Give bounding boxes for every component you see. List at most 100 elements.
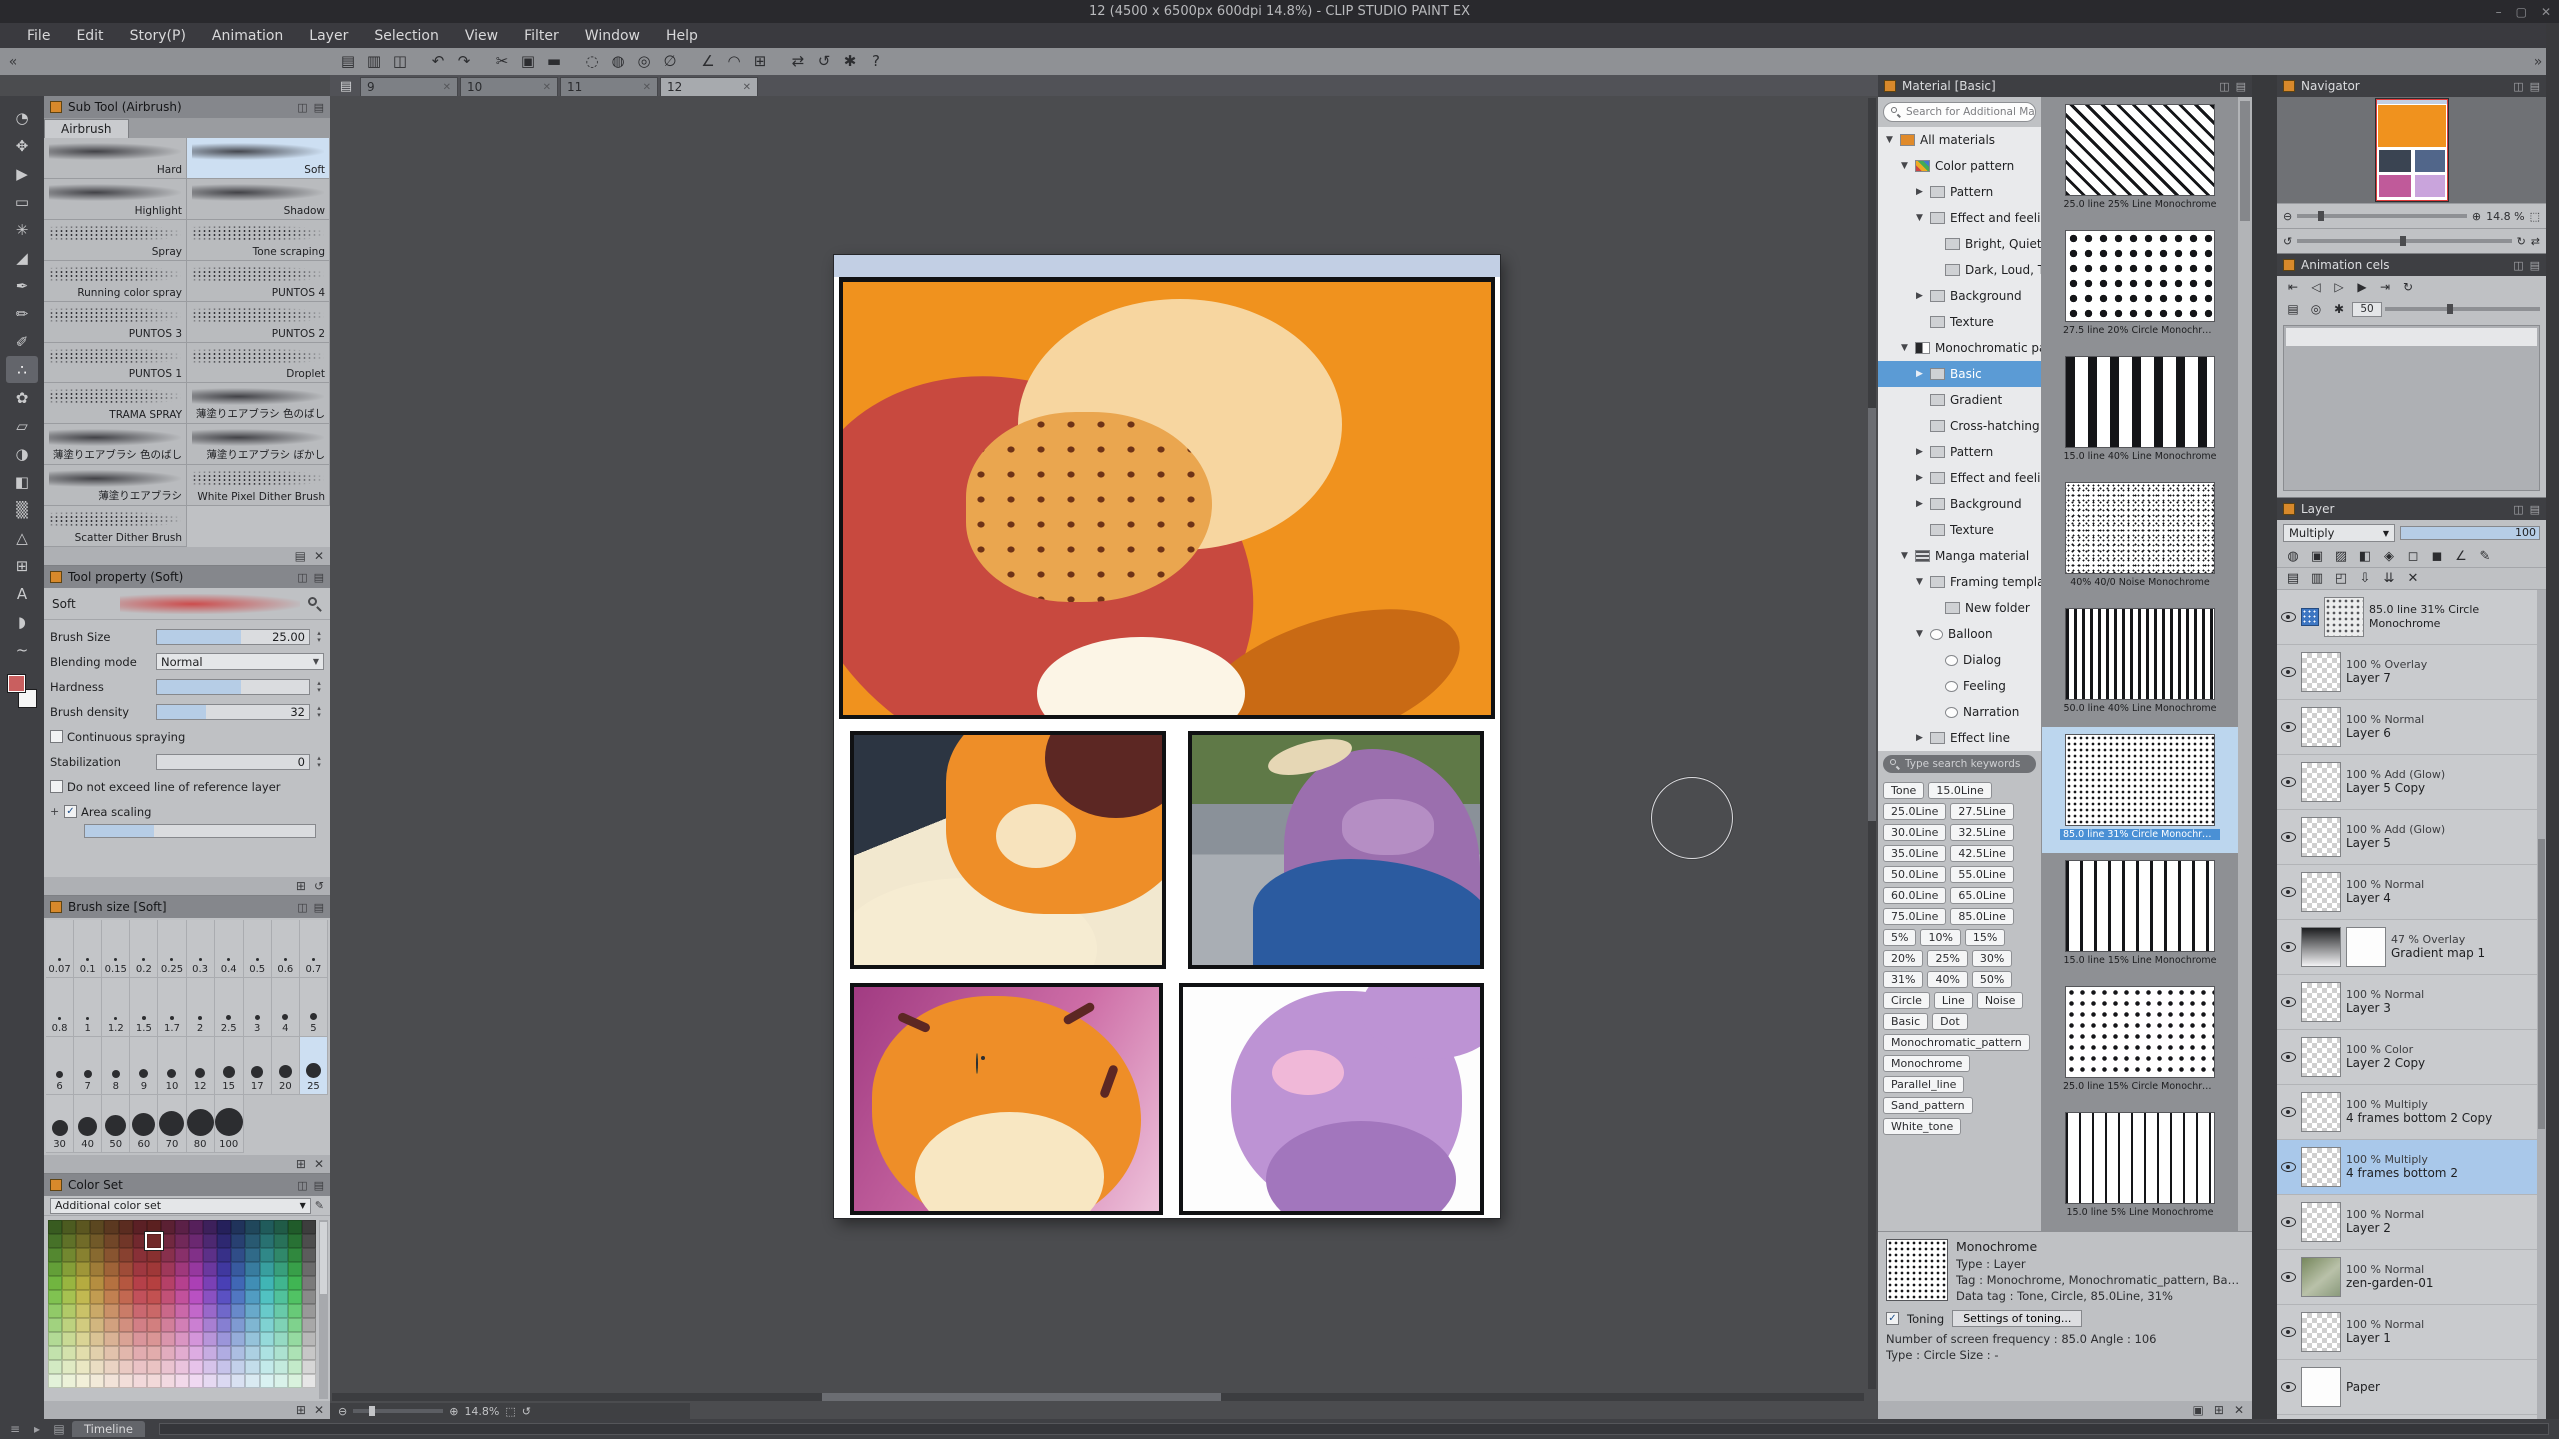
minimize-button[interactable]: – [2496, 5, 2502, 19]
color-swatch[interactable] [48, 1346, 62, 1360]
tag-35-0line[interactable]: 35.0Line [1883, 845, 1946, 862]
tag-dot[interactable]: Dot [1932, 1013, 1968, 1030]
color-swatch[interactable] [119, 1360, 133, 1374]
color-swatch[interactable] [288, 1304, 302, 1318]
tag-15-0line[interactable]: 15.0Line [1928, 782, 1991, 799]
color-swatch[interactable] [62, 1318, 76, 1332]
new-vector-layer-icon[interactable]: ▥ [2306, 569, 2328, 588]
color-swatch[interactable] [274, 1374, 288, 1388]
color-swatch[interactable] [175, 1234, 189, 1248]
color-swatch[interactable] [231, 1360, 245, 1374]
navigator-zoom-slider[interactable] [2297, 214, 2467, 218]
flip-horizontal-icon[interactable]: ⇄ [2531, 235, 2540, 248]
color-swatch[interactable] [76, 1374, 90, 1388]
color-swatch[interactable] [260, 1234, 274, 1248]
tag-32-5line[interactable]: 32.5Line [1950, 824, 2013, 841]
subtool-puntos-4[interactable]: PUNTOS 4 [187, 261, 330, 302]
subtool-item[interactable]: 薄塗りエアブラシ ぼかし [187, 424, 330, 465]
color-swatch[interactable] [260, 1360, 274, 1374]
collapse-arrow-icon[interactable]: ▼ [1899, 551, 1910, 561]
color-swatch[interactable] [147, 1276, 161, 1290]
document-tab-9[interactable]: 9✕ [360, 77, 458, 96]
layer-row-85-0-line-31-circle-monochrome[interactable]: 85.0 line 31% Circle Monochrome [2277, 590, 2546, 645]
add-size-icon[interactable]: ⊞ [296, 1157, 306, 1171]
layer-row-gradient-map-1[interactable]: 47 % OverlayGradient map 1 [2277, 920, 2546, 975]
color-swatch[interactable] [90, 1248, 104, 1262]
document-tab-10[interactable]: 10✕ [460, 77, 558, 96]
material-item-25-0-line-15-circle-monochrome[interactable]: 25.0 line 15% Circle Monochrome [2042, 979, 2238, 1105]
color-swatch[interactable] [175, 1276, 189, 1290]
color-swatch[interactable] [260, 1248, 274, 1262]
color-swatch[interactable] [76, 1360, 90, 1374]
brush-tool[interactable]: ✐ [6, 328, 38, 355]
material-item-25-0-line-25-line-monochrome[interactable]: 25.0 line 25% Line Monochrome [2042, 97, 2238, 223]
color-swatch[interactable] [245, 1234, 259, 1248]
color-swatch[interactable] [147, 1234, 161, 1248]
tag-noise[interactable]: Noise [1977, 992, 2024, 1009]
brush-size-50[interactable]: 50 [102, 1095, 130, 1153]
fill-tool[interactable]: ◧ [6, 468, 38, 495]
color-swatch[interactable] [274, 1290, 288, 1304]
expand-arrow-icon[interactable]: ▶ [1914, 733, 1925, 743]
color-swatch[interactable] [161, 1360, 175, 1374]
color-swatch[interactable] [288, 1346, 302, 1360]
color-swatch[interactable] [274, 1262, 288, 1276]
move-tool[interactable]: ✥ [6, 132, 38, 159]
brush-size-0-8[interactable]: 0.8 [46, 978, 74, 1036]
color-swatch[interactable] [104, 1374, 118, 1388]
brush-size-70[interactable]: 70 [158, 1095, 186, 1153]
layer-blend-through-icon[interactable]: ◍ [2282, 547, 2304, 566]
magnifier-icon[interactable] [308, 597, 322, 611]
document-list-icon[interactable]: ▤ [334, 76, 358, 96]
color-swatch[interactable] [76, 1234, 90, 1248]
menu-view[interactable]: View [452, 23, 511, 48]
collapse-left-arrow[interactable]: « [0, 54, 26, 70]
color-swatch[interactable] [48, 1318, 62, 1332]
panel-dock-icon[interactable]: ◫ [2219, 80, 2229, 93]
color-swatch[interactable] [203, 1234, 217, 1248]
layer-row-4-frames-bottom-2-copy[interactable]: 100 % Multiply4 frames bottom 2 Copy [2277, 1085, 2546, 1140]
panel-menu-icon[interactable]: ▤ [314, 571, 324, 584]
color-swatch[interactable] [189, 1248, 203, 1262]
color-swatch[interactable] [48, 1234, 62, 1248]
color-swatch[interactable] [90, 1276, 104, 1290]
tag-5[interactable]: 5% [1883, 929, 1916, 946]
visibility-eye-icon[interactable] [2281, 832, 2296, 842]
color-swatch[interactable] [260, 1276, 274, 1290]
color-swatch[interactable] [302, 1304, 316, 1318]
material-item-15-0-line-15-line-monochrome[interactable]: 15.0 line 15% Line Monochrome [2042, 853, 2238, 979]
canvas-page[interactable] [834, 255, 1500, 1218]
brush-size-0-1[interactable]: 0.1 [74, 920, 102, 978]
color-swatch[interactable] [274, 1304, 288, 1318]
visibility-eye-icon[interactable] [2281, 1162, 2296, 1172]
color-swatch[interactable] [147, 1318, 161, 1332]
new-file-icon[interactable]: ▤ [336, 51, 360, 73]
color-swatch[interactable] [133, 1374, 147, 1388]
visibility-eye-icon[interactable] [2281, 722, 2296, 732]
checkbox-area-scaling[interactable]: ✓ [64, 805, 77, 818]
invert-selection-icon[interactable]: ◎ [632, 51, 656, 73]
color-swatch[interactable] [288, 1220, 302, 1234]
color-swatch[interactable] [274, 1332, 288, 1346]
color-swatch[interactable] [260, 1290, 274, 1304]
brush-size-1-2[interactable]: 1.2 [102, 978, 130, 1036]
menu-story-p[interactable]: Story(P) [117, 23, 199, 48]
color-swatch[interactable] [274, 1346, 288, 1360]
expand-arrow-icon[interactable]: ▶ [1914, 447, 1925, 457]
lock-layer-icon[interactable]: ▣ [2306, 547, 2328, 566]
color-swatch[interactable] [189, 1304, 203, 1318]
text-tool[interactable]: A [6, 580, 38, 607]
tag-65-0line[interactable]: 65.0Line [1950, 887, 2013, 904]
color-swatch[interactable] [302, 1318, 316, 1332]
delete-layer-icon[interactable]: ✕ [2402, 569, 2424, 588]
color-swatch[interactable] [119, 1220, 133, 1234]
color-swatch[interactable] [217, 1304, 231, 1318]
color-set-select[interactable]: Additional color set ▼ [50, 1198, 311, 1214]
rotate-left-icon[interactable]: ↺ [2283, 235, 2292, 248]
brush-size-1[interactable]: 1 [74, 978, 102, 1036]
play-icon[interactable]: ▷ [2329, 278, 2349, 296]
material-scrollbar[interactable] [2238, 97, 2252, 1231]
pen-tool[interactable]: ✒ [6, 272, 38, 299]
color-swatch[interactable] [260, 1318, 274, 1332]
color-swatch[interactable] [245, 1360, 259, 1374]
